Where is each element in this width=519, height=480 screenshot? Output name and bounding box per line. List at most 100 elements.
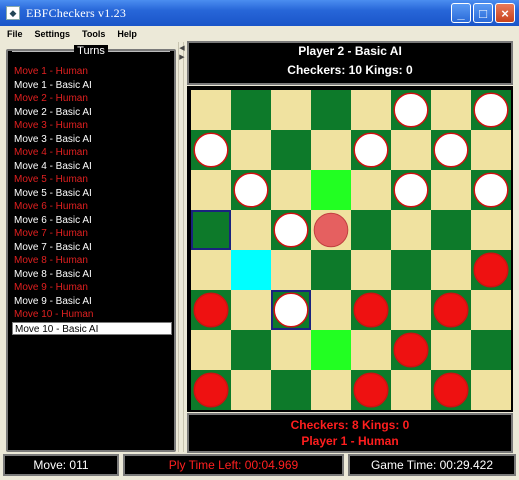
turn-list-item[interactable]: Move 10 - Basic AI	[12, 321, 172, 335]
board-square[interactable]	[431, 330, 471, 370]
white-checker-piece[interactable]	[393, 172, 429, 208]
checkers-board[interactable]	[187, 86, 513, 412]
game-time: Game Time: 00:29.422	[348, 454, 516, 476]
turn-list-item[interactable]: Move 5 - Basic AI	[12, 187, 172, 201]
turn-list-item[interactable]: Move 2 - Basic AI	[12, 106, 172, 120]
board-square[interactable]	[311, 290, 351, 330]
board-square[interactable]	[351, 210, 391, 250]
turn-list-item[interactable]: Move 8 - Basic AI	[12, 268, 172, 282]
turn-list-item[interactable]: Move 4 - Human	[12, 146, 172, 160]
white-checker-piece[interactable]	[193, 132, 229, 168]
turns-title: Turns	[74, 45, 108, 57]
board-square[interactable]	[271, 130, 311, 170]
red-checker-piece[interactable]	[473, 252, 509, 288]
board-square[interactable]	[471, 130, 511, 170]
red-checker-piece[interactable]	[433, 372, 469, 408]
menu-settings[interactable]: Settings	[28, 29, 76, 39]
turn-list-item[interactable]: Move 5 - Human	[12, 173, 172, 187]
board-square[interactable]	[271, 330, 311, 370]
board-square[interactable]	[351, 170, 391, 210]
board-square[interactable]	[431, 250, 471, 290]
board-square[interactable]	[471, 290, 511, 330]
board-square[interactable]	[271, 370, 311, 410]
board-square[interactable]	[231, 330, 271, 370]
turn-list-item[interactable]: Move 6 - Basic AI	[12, 214, 172, 228]
red-checker-piece[interactable]	[433, 292, 469, 328]
white-checker-piece[interactable]	[473, 92, 509, 128]
turn-list-item[interactable]: Move 7 - Human	[12, 227, 172, 241]
turn-list-item[interactable]: Move 7 - Basic AI	[12, 241, 172, 255]
board-square[interactable]	[471, 210, 511, 250]
board-square[interactable]	[351, 250, 391, 290]
board-square[interactable]	[231, 290, 271, 330]
board-square[interactable]	[271, 250, 311, 290]
board-square[interactable]	[391, 210, 431, 250]
turn-list-item[interactable]: Move 1 - Human	[12, 65, 172, 79]
white-checker-piece[interactable]	[473, 172, 509, 208]
turn-list-item[interactable]: Move 9 - Human	[12, 281, 172, 295]
turn-list-item[interactable]: Move 8 - Human	[12, 254, 172, 268]
board-square[interactable]	[311, 90, 351, 130]
board-square[interactable]	[191, 330, 231, 370]
red-checker-piece[interactable]	[393, 332, 429, 368]
turn-list-item[interactable]: Move 4 - Basic AI	[12, 160, 172, 174]
board-square-highlighted[interactable]	[311, 170, 351, 210]
board-square[interactable]	[431, 210, 471, 250]
board-square[interactable]	[271, 90, 311, 130]
board-canvas[interactable]	[191, 90, 511, 410]
turn-list-item[interactable]: Move 6 - Human	[12, 200, 172, 214]
menu-file[interactable]: File	[0, 29, 28, 39]
menu-help[interactable]: Help	[110, 29, 142, 39]
minimize-button[interactable]: _	[451, 3, 471, 23]
turn-list-item[interactable]: Move 1 - Basic AI	[12, 79, 172, 93]
red-checker-piece[interactable]	[353, 292, 389, 328]
board-square-highlighted[interactable]	[231, 250, 271, 290]
maximize-button[interactable]: □	[473, 3, 493, 23]
turn-list-item[interactable]: Move 3 - Human	[12, 119, 172, 133]
turn-list-item[interactable]: Move 9 - Basic AI	[12, 295, 172, 309]
board-square[interactable]	[471, 370, 511, 410]
board-square[interactable]	[351, 90, 391, 130]
board-square[interactable]	[191, 210, 231, 250]
split-divider[interactable]: ◀ ▶	[178, 42, 185, 452]
red-checker-piece[interactable]	[193, 372, 229, 408]
board-square[interactable]	[431, 170, 471, 210]
board-square[interactable]	[191, 250, 231, 290]
board-square[interactable]	[311, 370, 351, 410]
turn-list-item[interactable]: Move 3 - Basic AI	[12, 133, 172, 147]
white-checker-piece[interactable]	[233, 172, 269, 208]
menu-tools[interactable]: Tools	[75, 29, 110, 39]
board-square[interactable]	[191, 170, 231, 210]
close-button[interactable]: ×	[495, 3, 515, 23]
board-square[interactable]	[431, 90, 471, 130]
board-square[interactable]	[311, 130, 351, 170]
board-square[interactable]	[471, 330, 511, 370]
white-checker-piece[interactable]	[273, 212, 309, 248]
dragging-checker-piece[interactable]	[313, 212, 349, 248]
turns-list[interactable]: Move 1 - Human Move 1 - Basic AI Move 2 - …	[12, 65, 172, 335]
board-square[interactable]	[391, 290, 431, 330]
board-square[interactable]	[271, 170, 311, 210]
board-square[interactable]	[231, 370, 271, 410]
board-square[interactable]	[351, 330, 391, 370]
divider-left-arrow-icon[interactable]: ◀	[179, 44, 185, 52]
white-checker-piece[interactable]	[433, 132, 469, 168]
white-checker-piece[interactable]	[273, 292, 309, 328]
divider-right-arrow-icon[interactable]: ▶	[179, 53, 185, 61]
board-square[interactable]	[231, 90, 271, 130]
checkers-app-icon[interactable]: ◆	[6, 6, 20, 20]
board-square[interactable]	[231, 130, 271, 170]
red-checker-piece[interactable]	[193, 292, 229, 328]
red-checker-piece[interactable]	[353, 372, 389, 408]
white-checker-piece[interactable]	[393, 92, 429, 128]
board-square[interactable]	[391, 370, 431, 410]
board-square[interactable]	[391, 250, 431, 290]
board-square[interactable]	[191, 90, 231, 130]
white-checker-piece[interactable]	[353, 132, 389, 168]
board-square[interactable]	[311, 250, 351, 290]
turn-list-item[interactable]: Move 2 - Human	[12, 92, 172, 106]
board-square[interactable]	[231, 210, 271, 250]
board-square[interactable]	[391, 130, 431, 170]
board-square-highlighted[interactable]	[311, 330, 351, 370]
turn-list-item[interactable]: Move 10 - Human	[12, 308, 172, 322]
